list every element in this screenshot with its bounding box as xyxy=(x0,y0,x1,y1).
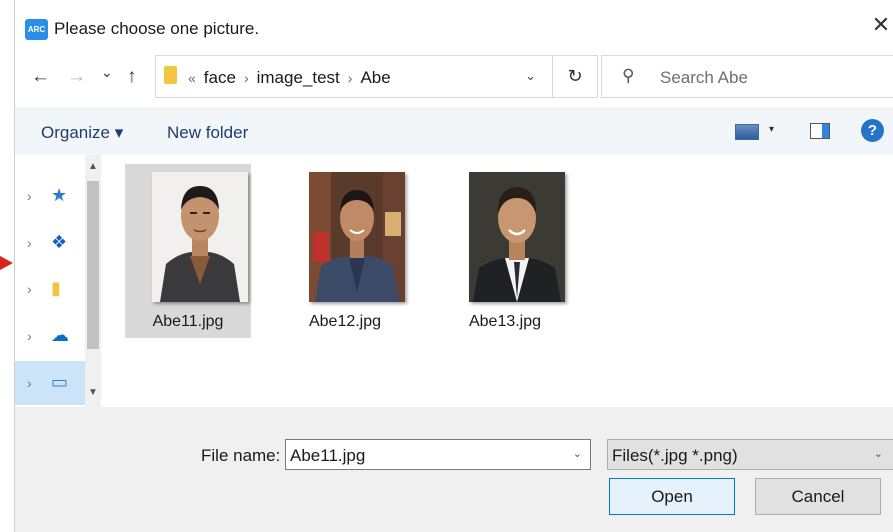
help-icon[interactable]: ? xyxy=(861,119,884,142)
chevron-right-icon[interactable]: › xyxy=(27,188,32,204)
chevron-right-icon[interactable]: › xyxy=(348,70,353,86)
title-bar: ARC Please choose one picture. ✕ xyxy=(15,0,893,50)
file-open-dialog: ARC Please choose one picture. ✕ ← → ⌄ ↑… xyxy=(14,0,893,532)
refresh-icon[interactable]: ↻ xyxy=(553,55,598,98)
sidebar-item-onedrive[interactable]: › ☁ xyxy=(15,314,85,358)
preview-pane-icon[interactable] xyxy=(810,123,830,139)
breadcrumb-face[interactable]: face xyxy=(204,68,236,87)
dialog-footer: File name: Abe11.jpg ⌄ Files(*.jpg *.png… xyxy=(15,407,893,532)
organize-menu[interactable]: Organize ▾ xyxy=(41,123,123,143)
search-placeholder: Search Abe xyxy=(660,68,748,87)
breadcrumb-overflow-icon[interactable]: « xyxy=(188,70,196,86)
cancel-button[interactable]: Cancel xyxy=(755,478,881,515)
open-button[interactable]: Open xyxy=(609,478,735,515)
close-icon[interactable]: ✕ xyxy=(870,14,892,36)
image-thumbnail xyxy=(309,172,405,302)
file-list: Abe11.jpg Abe12.jpg Abe13.jpg xyxy=(101,155,893,407)
file-name-field-label: File name: xyxy=(201,446,281,465)
search-icon: ⚲ xyxy=(622,66,635,85)
navigation-bar: ← → ⌄ ↑ « face › image_test › Abe ⌄ ↻ ⚲ Searc… xyxy=(15,50,893,106)
recent-locations-icon[interactable]: ⌄ xyxy=(101,64,113,81)
folder-icon: ▮ xyxy=(51,278,61,298)
chevron-right-icon[interactable]: › xyxy=(244,70,249,86)
onedrive-icon: ☁ xyxy=(51,325,69,345)
file-name-label: Abe12.jpg xyxy=(308,313,382,330)
sidebar-scrollbar[interactable]: ▲ ▼ xyxy=(85,155,101,407)
file-item[interactable]: Abe12.jpg xyxy=(282,164,408,338)
view-options-dropdown-icon[interactable]: ▾ xyxy=(769,124,774,135)
annotation-arrow xyxy=(0,256,13,270)
navigation-pane: › ★ › ❖ › ▮ › ☁ › ▭ ▲ ▼ xyxy=(15,155,101,407)
up-arrow-icon[interactable]: ↑ xyxy=(127,66,137,88)
image-thumbnail xyxy=(152,172,248,302)
forward-arrow-icon[interactable]: → xyxy=(67,66,86,88)
scroll-down-icon[interactable]: ▼ xyxy=(88,387,98,398)
folder-icon xyxy=(164,66,177,84)
dialog-title: Please choose one picture. xyxy=(54,19,260,38)
chevron-right-icon[interactable]: › xyxy=(27,328,32,344)
quick-access-icon: ★ xyxy=(51,185,68,205)
scroll-up-icon[interactable]: ▲ xyxy=(88,161,98,172)
file-item[interactable]: Abe13.jpg xyxy=(442,164,568,338)
chevron-right-icon[interactable]: › xyxy=(27,281,32,297)
image-thumbnail xyxy=(469,172,565,302)
chevron-down-icon[interactable]: ⌄ xyxy=(573,447,582,460)
file-name-value[interactable]: Abe11.jpg xyxy=(290,446,365,466)
file-name-label: Abe13.jpg xyxy=(468,313,542,330)
app-logo-icon: ARC xyxy=(25,19,48,40)
change-view-icon[interactable] xyxy=(735,124,759,140)
new-folder-button[interactable]: New folder xyxy=(167,123,248,143)
back-arrow-icon[interactable]: ← xyxy=(31,66,50,88)
this-pc-icon: ▭ xyxy=(51,372,69,392)
breadcrumb-abe[interactable]: Abe xyxy=(360,68,390,87)
scrollbar-thumb[interactable] xyxy=(87,181,99,349)
chevron-right-icon[interactable]: › xyxy=(27,375,32,391)
file-type-value: Files(*.jpg *.png) xyxy=(612,446,738,465)
breadcrumb-image-test[interactable]: image_test xyxy=(257,68,340,87)
chevron-right-icon[interactable]: › xyxy=(27,235,32,251)
file-item[interactable]: Abe11.jpg xyxy=(125,164,251,338)
sidebar-item-this-pc[interactable]: › ▭ xyxy=(15,361,85,405)
file-name-field[interactable]: Abe11.jpg ⌄ xyxy=(285,439,591,470)
sidebar-item-quick-access[interactable]: › ★ xyxy=(15,174,85,218)
address-bar[interactable]: « face › image_test › Abe ⌄ xyxy=(155,55,553,98)
dropbox-icon: ❖ xyxy=(51,232,68,252)
chevron-down-icon[interactable]: ⌄ xyxy=(874,447,883,460)
search-box[interactable]: ⚲ Search Abe xyxy=(601,55,893,98)
sidebar-item-dropbox[interactable]: › ❖ xyxy=(15,221,85,265)
sidebar-item-folder[interactable]: › ▮ xyxy=(15,267,85,311)
file-name-label: Abe11.jpg xyxy=(152,313,224,330)
breadcrumb: « face › image_test › Abe xyxy=(188,68,391,88)
chevron-down-icon[interactable]: ⌄ xyxy=(525,68,536,84)
file-type-select[interactable]: Files(*.jpg *.png) ⌄ xyxy=(607,439,893,470)
command-toolbar: Organize ▾ New folder ▾ ? xyxy=(15,107,893,155)
